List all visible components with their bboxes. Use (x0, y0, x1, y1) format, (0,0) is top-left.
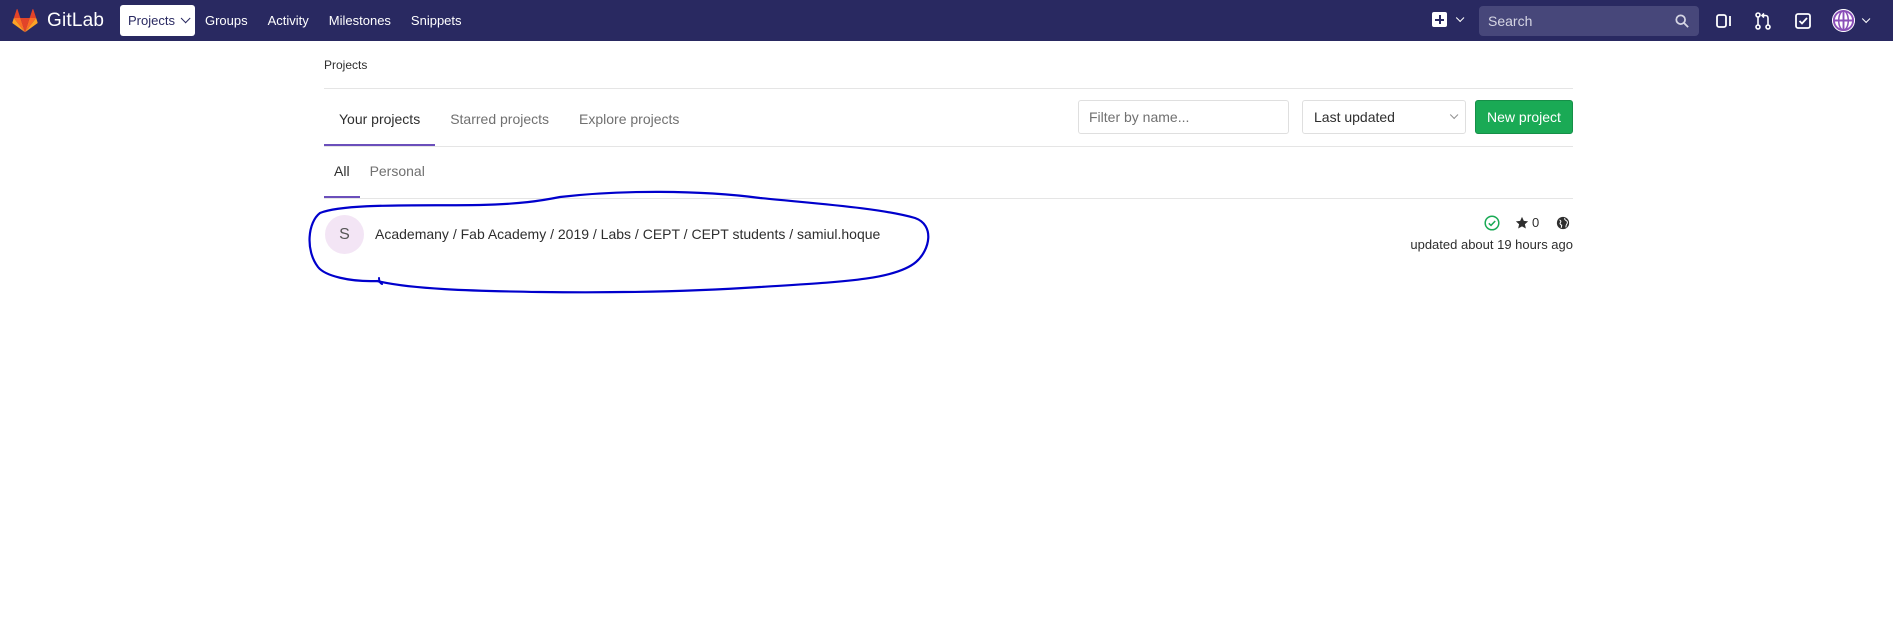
nav-projects-label: Projects (128, 13, 175, 28)
tab-your-projects[interactable]: Your projects (324, 99, 436, 146)
nav-groups[interactable]: Groups (195, 5, 258, 36)
breadcrumb[interactable]: Projects (324, 58, 367, 72)
user-menu[interactable] (1832, 9, 1871, 32)
merge-request-icon[interactable] (1753, 11, 1773, 31)
main-nav: Projects Groups Activity Milestones Snip… (120, 5, 472, 36)
pipeline-passed-icon[interactable] (1484, 215, 1500, 231)
tab-personal[interactable]: Personal (360, 147, 435, 198)
todo-check-icon[interactable] (1793, 11, 1813, 31)
sidebar-toggle-icon[interactable] (1714, 11, 1734, 31)
project-avatar[interactable]: S (325, 215, 364, 254)
nav-activity[interactable]: Activity (258, 5, 319, 36)
project-tabs: Your projects Starred projects Explore p… (324, 99, 694, 146)
search-input[interactable] (1479, 12, 1659, 30)
search-icon (1675, 14, 1689, 28)
divider (324, 198, 1573, 199)
tab-explore-projects[interactable]: Explore projects (564, 99, 694, 146)
chevron-down-icon (1455, 13, 1465, 22)
nav-projects[interactable]: Projects (120, 5, 195, 36)
tab-starred-projects[interactable]: Starred projects (435, 99, 564, 146)
new-project-button[interactable]: New project (1475, 100, 1573, 134)
sort-selected-label: Last updated (1314, 109, 1395, 125)
plus-square-icon (1432, 12, 1447, 27)
chevron-down-icon (180, 13, 191, 24)
chevron-down-icon (1861, 14, 1871, 23)
brand-name: GitLab (47, 10, 105, 31)
project-link[interactable]: Academany / Fab Academy / 2019 / Labs / … (375, 226, 880, 242)
chevron-down-icon (1449, 110, 1459, 120)
globe-icon (1556, 216, 1570, 230)
tab-all[interactable]: All (324, 147, 360, 198)
user-avatar-icon (1832, 9, 1855, 32)
gitlab-brand[interactable]: GitLab (12, 8, 104, 34)
star-count: 0 (1532, 215, 1540, 230)
new-dropdown[interactable] (1432, 12, 1465, 27)
star-icon[interactable] (1515, 216, 1529, 230)
nav-milestones[interactable]: Milestones (319, 5, 401, 36)
divider (324, 88, 1573, 89)
gitlab-logo-icon (12, 9, 38, 33)
top-navbar: GitLab Projects Groups Activity Mileston… (0, 0, 1893, 41)
hand-drawn-circle-annotation (308, 190, 930, 294)
nav-snippets[interactable]: Snippets (401, 5, 472, 36)
sort-dropdown[interactable]: Last updated (1302, 100, 1466, 134)
updated-timestamp: updated about 19 hours ago (1410, 237, 1573, 252)
project-filter-tabs: All Personal (324, 147, 435, 198)
divider (324, 146, 1573, 147)
project-meta: 0 (1480, 215, 1573, 233)
filter-by-name-input[interactable] (1078, 100, 1289, 134)
search-box (1479, 6, 1699, 36)
